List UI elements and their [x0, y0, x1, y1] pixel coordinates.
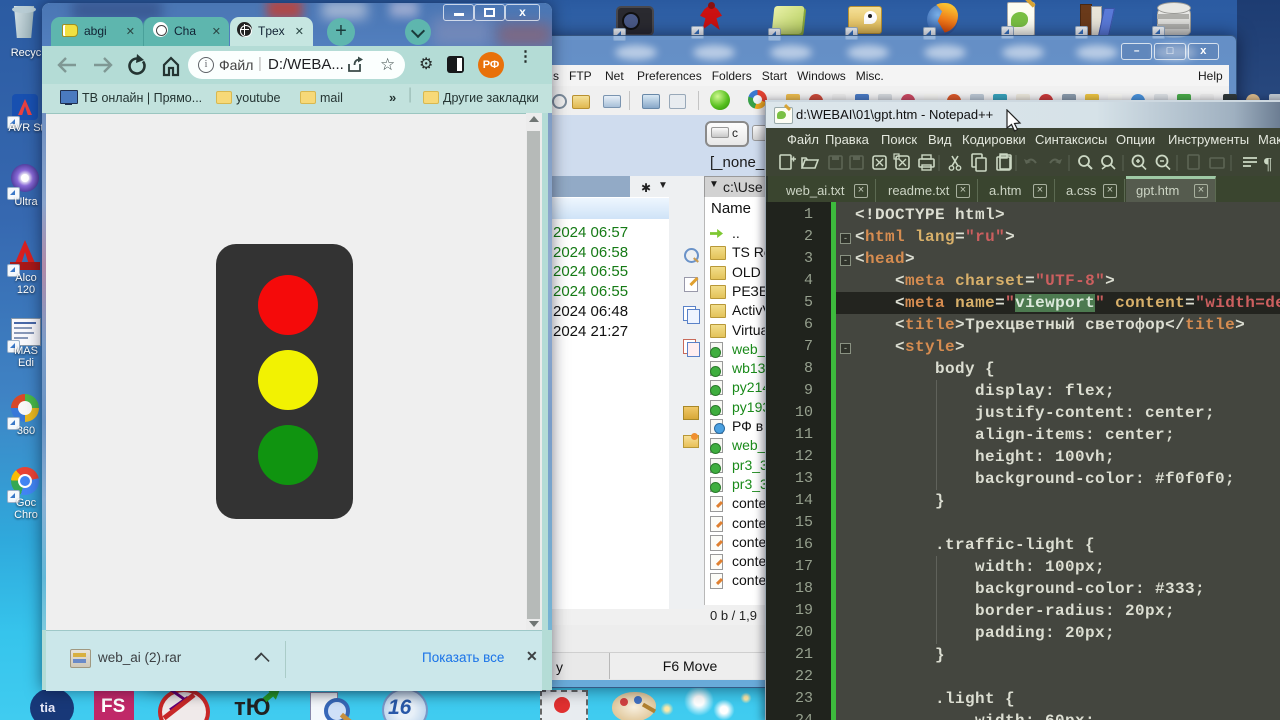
svg-text:¶: ¶	[1264, 154, 1272, 173]
